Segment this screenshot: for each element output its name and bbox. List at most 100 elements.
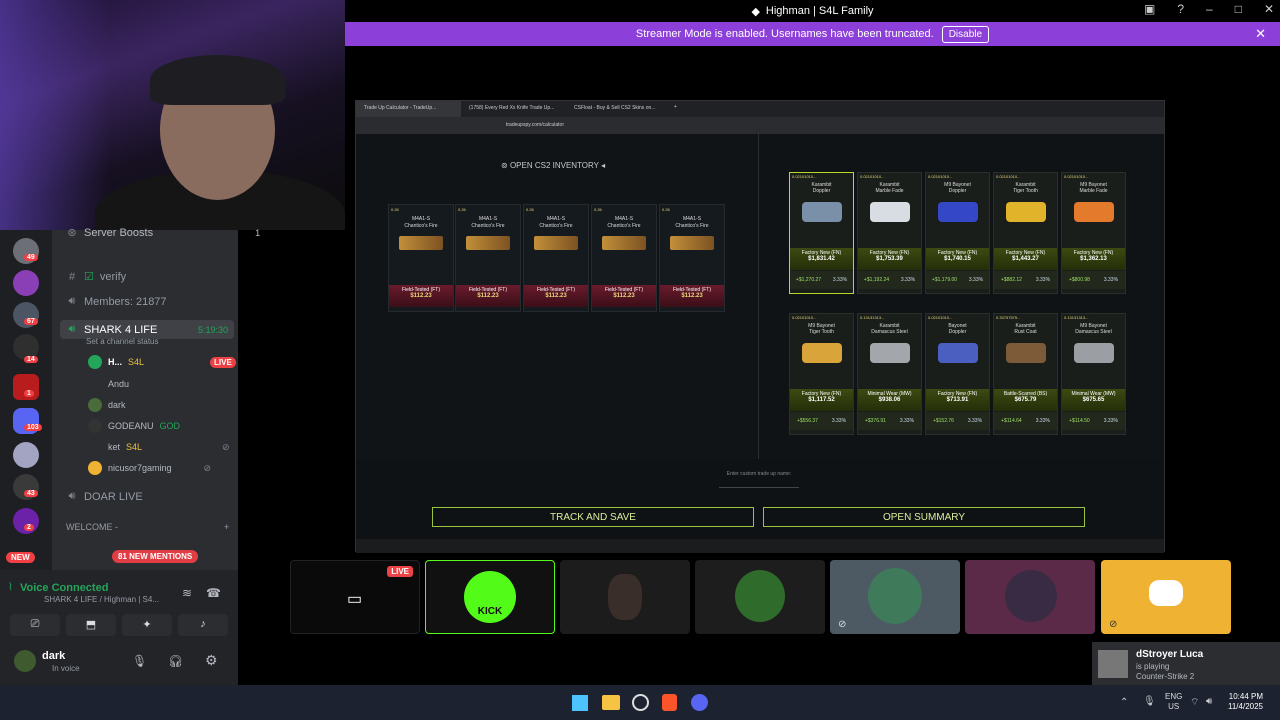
volume-icon[interactable]: 🔊︎: [1206, 696, 1212, 707]
profit-strip: +$114.64 3.33%: [994, 412, 1057, 430]
user-avatar: [1005, 570, 1057, 622]
user-video: [608, 574, 642, 620]
knife-image: [869, 343, 910, 363]
brave-browser-icon[interactable]: [662, 694, 677, 711]
channel-doar-live[interactable]: DOAR LIVE: [84, 491, 143, 503]
maximize-icon[interactable]: □: [1235, 2, 1242, 16]
start-icon[interactable]: [572, 695, 588, 711]
noise-suppression-icon[interactable]: ≋: [182, 586, 192, 600]
browser-tab[interactable]: (1758) Every Red Xx Knife Trade Up...: [461, 101, 566, 117]
outcome-skin-card[interactable]: 0.02101010... Karambit Marble Fade Factory…: [857, 172, 922, 294]
activities-icon[interactable]: ✦: [122, 614, 172, 636]
browser-tab-strip: Trade Up Calculator - TradeUp... (1758) …: [356, 101, 1164, 117]
browser-tab[interactable]: Trade Up Calculator - TradeUp...: [356, 101, 461, 117]
language-indicator[interactable]: ENG US: [1165, 692, 1182, 712]
stream-tile[interactable]: KICK: [425, 560, 555, 634]
float-value: 0.26: [662, 207, 670, 212]
server-boosts-link[interactable]: Server Boosts: [84, 227, 153, 239]
clock[interactable]: 10:44 PM 11/4/2025: [1228, 692, 1263, 712]
new-mentions-pill[interactable]: 81 NEW MENTIONS: [118, 552, 192, 561]
user-name[interactable]: H...: [108, 357, 122, 367]
stream-tile[interactable]: [965, 560, 1095, 634]
condition-strip: Minimal Wear (MW) $938.06: [858, 389, 921, 411]
open-inventory-button[interactable]: ⊚ OPEN CS2 INVENTORY ◂: [501, 161, 605, 170]
obs-icon[interactable]: [632, 694, 649, 711]
custom-name-input[interactable]: Enter custom trade up name:: [719, 471, 799, 488]
outcome-skin-card[interactable]: 0.02101010... M9 Bayonet Doppler Factory N…: [925, 172, 990, 294]
minimize-icon[interactable]: –: [1206, 2, 1213, 16]
user-name[interactable]: ket: [108, 442, 120, 452]
tray-chevron-icon[interactable]: ⌃: [1120, 697, 1128, 708]
close-banner-icon[interactable]: ✕: [1255, 26, 1266, 42]
browser-tab[interactable]: CSFloat - Buy & Sell CS2 Skins on...: [566, 101, 671, 117]
profit-value: +$800.98: [1068, 277, 1090, 283]
user-name[interactable]: dark: [108, 400, 126, 410]
input-skin-card[interactable]: 0.26 M4A1-S Chantico's Fire Field-Tested (…: [659, 204, 725, 312]
activity-toast[interactable]: dStroyer Luca is playing Counter-Strike …: [1092, 642, 1280, 685]
discord-logo-icon: [1149, 580, 1183, 606]
server-icon[interactable]: [13, 442, 39, 468]
channel-list: ⊛ Server Boosts 1 # ☑ verify 🔊︎ Members: 2187…: [52, 227, 260, 570]
voice-location[interactable]: SHARK 4 LIFE / Highman | S4...: [44, 595, 159, 604]
skin-name: M4A1-S Chantico's Fire: [539, 216, 573, 229]
server-icon[interactable]: [13, 270, 39, 296]
mic-tray-icon[interactable]: 🎙︎: [1143, 696, 1156, 707]
odds-value: 3.33%: [900, 277, 916, 283]
input-skin-card[interactable]: 0.26 M4A1-S Chantico's Fire Field-Tested (…: [591, 204, 657, 312]
muted-icon: ⊘: [1109, 619, 1118, 630]
add-channel-icon[interactable]: +: [224, 522, 229, 532]
outcome-skin-card[interactable]: 0.02101010... Bayonet Doppler Factory New …: [925, 313, 990, 435]
user-avatar[interactable]: [14, 650, 36, 672]
stream-tile[interactable]: LIVE ▭: [290, 560, 420, 634]
discord-icon[interactable]: [691, 694, 708, 711]
address-bar[interactable]: tradeupspy.com/calculator: [356, 117, 1164, 134]
outcome-skin-card[interactable]: 0.02101010... M9 Bayonet Marble Fade Facto…: [1061, 172, 1126, 294]
profit-value: +$1,192.24: [863, 277, 890, 283]
condition-strip: Factory New (FN) $713.91: [926, 389, 989, 411]
inbox-icon[interactable]: ▣: [1144, 2, 1155, 16]
channel-shark-4-life[interactable]: SHARK 4 LIFE: [84, 324, 157, 336]
input-skin-card[interactable]: 0.26 M4A1-S Chantico's Fire Field-Tested (…: [523, 204, 589, 312]
input-skin-card[interactable]: 0.26 M4A1-S Chantico's Fire Field-Tested (…: [388, 204, 454, 312]
profit-strip: +$114.50 3.33%: [1062, 412, 1125, 430]
stream-tile[interactable]: [560, 560, 690, 634]
avatar: [88, 398, 102, 412]
soundboard-icon[interactable]: ♪: [178, 614, 228, 636]
outcome-skin-card[interactable]: 0.33757575... Karambit Rust Coat Battle-Sc…: [993, 313, 1058, 435]
outcome-skin-card[interactable]: 0.02101010... Karambit Tiger Tooth Factory…: [993, 172, 1058, 294]
disable-button[interactable]: Disable: [941, 25, 990, 43]
camera-icon[interactable]: ⎚: [10, 614, 60, 636]
rifle-image: [534, 236, 578, 250]
user-name[interactable]: nicusor7gaming: [108, 463, 172, 473]
outcome-skin-card[interactable]: 0.13131313... M9 Bayonet Damascus Steel Mi…: [1061, 313, 1126, 435]
microphone-icon[interactable]: 🎙︎: [132, 654, 147, 668]
channel-members[interactable]: Members: 21877: [84, 296, 167, 308]
headphones-icon[interactable]: 🎧︎: [168, 654, 183, 668]
float-value: 0.02101010...: [860, 174, 885, 179]
screenshare-icon[interactable]: ⬒: [66, 614, 116, 636]
close-icon[interactable]: ✕: [1264, 2, 1274, 16]
help-icon[interactable]: ?: [1177, 2, 1184, 16]
user-name[interactable]: Andu: [108, 379, 129, 389]
category-welcome[interactable]: WELCOME -: [66, 522, 118, 532]
input-skin-card[interactable]: 0.26 M4A1-S Chantico's Fire Field-Tested (…: [455, 204, 521, 312]
user-name[interactable]: GODEANU: [108, 421, 154, 431]
stream-tile[interactable]: [695, 560, 825, 634]
profit-value: +$114.50: [1069, 418, 1090, 424]
new-tab-icon[interactable]: +: [671, 101, 680, 117]
file-explorer-icon[interactable]: [602, 695, 620, 710]
open-summary-button[interactable]: OPEN SUMMARY: [763, 507, 1085, 527]
outcome-skin-card[interactable]: 0.02101010... Karambit Doppler Factory New…: [789, 172, 854, 294]
disconnect-icon[interactable]: ☎: [206, 586, 221, 600]
profit-value: +$114.64: [1001, 418, 1022, 424]
outcome-skin-card[interactable]: 0.13131313... Karambit Damascus Steel Mini…: [857, 313, 922, 435]
channel-verify[interactable]: verify: [100, 271, 126, 283]
stream-tile[interactable]: ⊘: [830, 560, 960, 634]
outcome-skin-card[interactable]: 0.02101010... M9 Bayonet Tiger Tooth Facto…: [789, 313, 854, 435]
network-icon[interactable]: ⌔: [1190, 696, 1199, 709]
track-and-save-button[interactable]: TRACK AND SAVE: [432, 507, 754, 527]
condition-strip: Field-Tested (FT) $112.23: [389, 285, 453, 307]
settings-gear-icon[interactable]: ⚙: [205, 652, 218, 669]
channel-status[interactable]: Set a channel status: [86, 337, 159, 346]
stream-tile[interactable]: ⊘: [1101, 560, 1231, 634]
